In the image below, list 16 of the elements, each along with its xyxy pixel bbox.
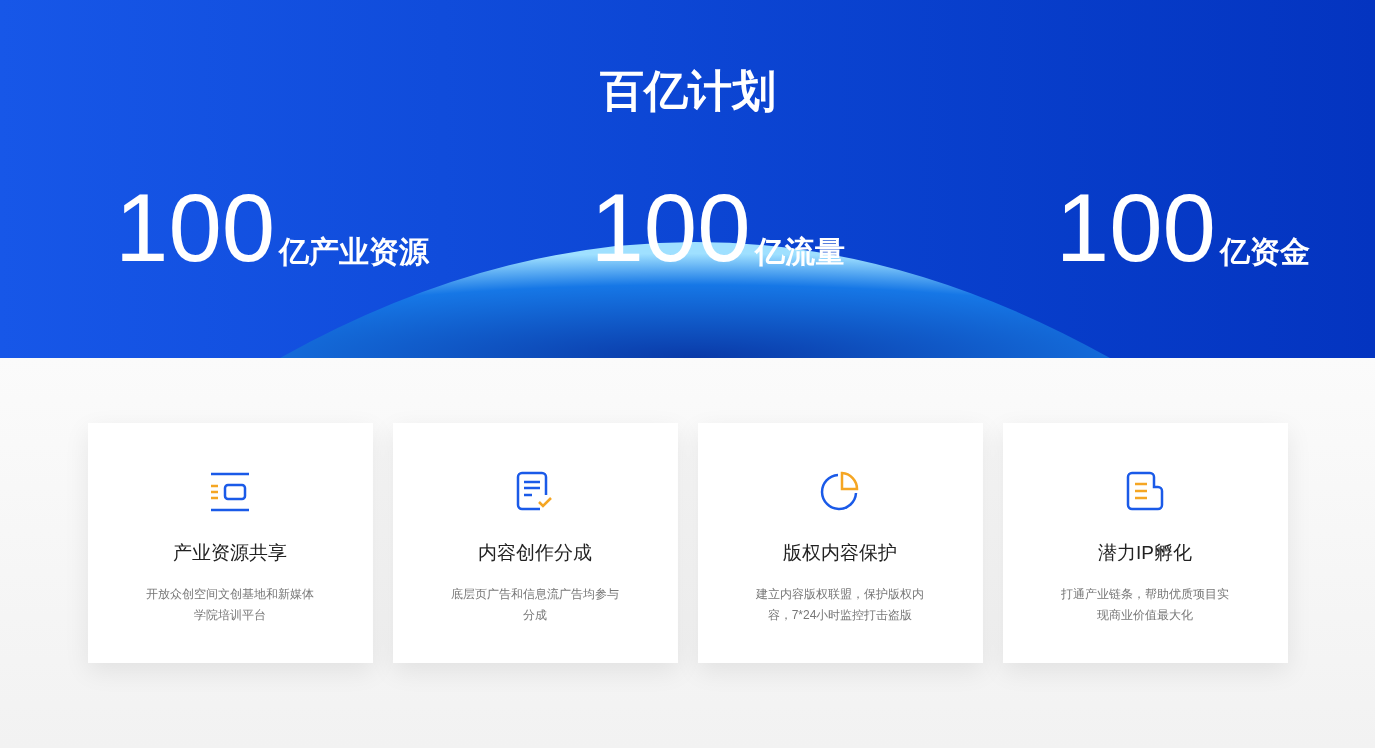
stat-unit: 亿产业资源 <box>279 234 430 270</box>
card-title: 版权内容保护 <box>783 541 897 565</box>
card-description: 打通产业链条，帮助优质项目实现商业价值最大化 <box>1060 585 1230 624</box>
card-title: 产业资源共享 <box>173 541 287 565</box>
document-icon <box>1124 471 1166 513</box>
stat-number: 100 <box>1055 180 1216 276</box>
hero-title: 百亿计划 <box>598 65 777 117</box>
card-title: 内容创作分成 <box>478 541 592 565</box>
resources-icon <box>209 471 251 513</box>
card-description: 开放众创空间文创基地和新媒体学院培训平台 <box>145 585 315 624</box>
card-description: 底层页广告和信息流广告均参与分成 <box>450 585 620 624</box>
stat-number: 100 <box>115 180 276 276</box>
stat-unit: 亿资金 <box>1220 234 1310 270</box>
card-title: 潜力IP孵化 <box>1098 541 1192 565</box>
pie-chart-icon <box>819 471 861 513</box>
card-description: 建立内容版权联盟，保护版权内容，7*24小时监控打击盗版 <box>755 585 925 624</box>
